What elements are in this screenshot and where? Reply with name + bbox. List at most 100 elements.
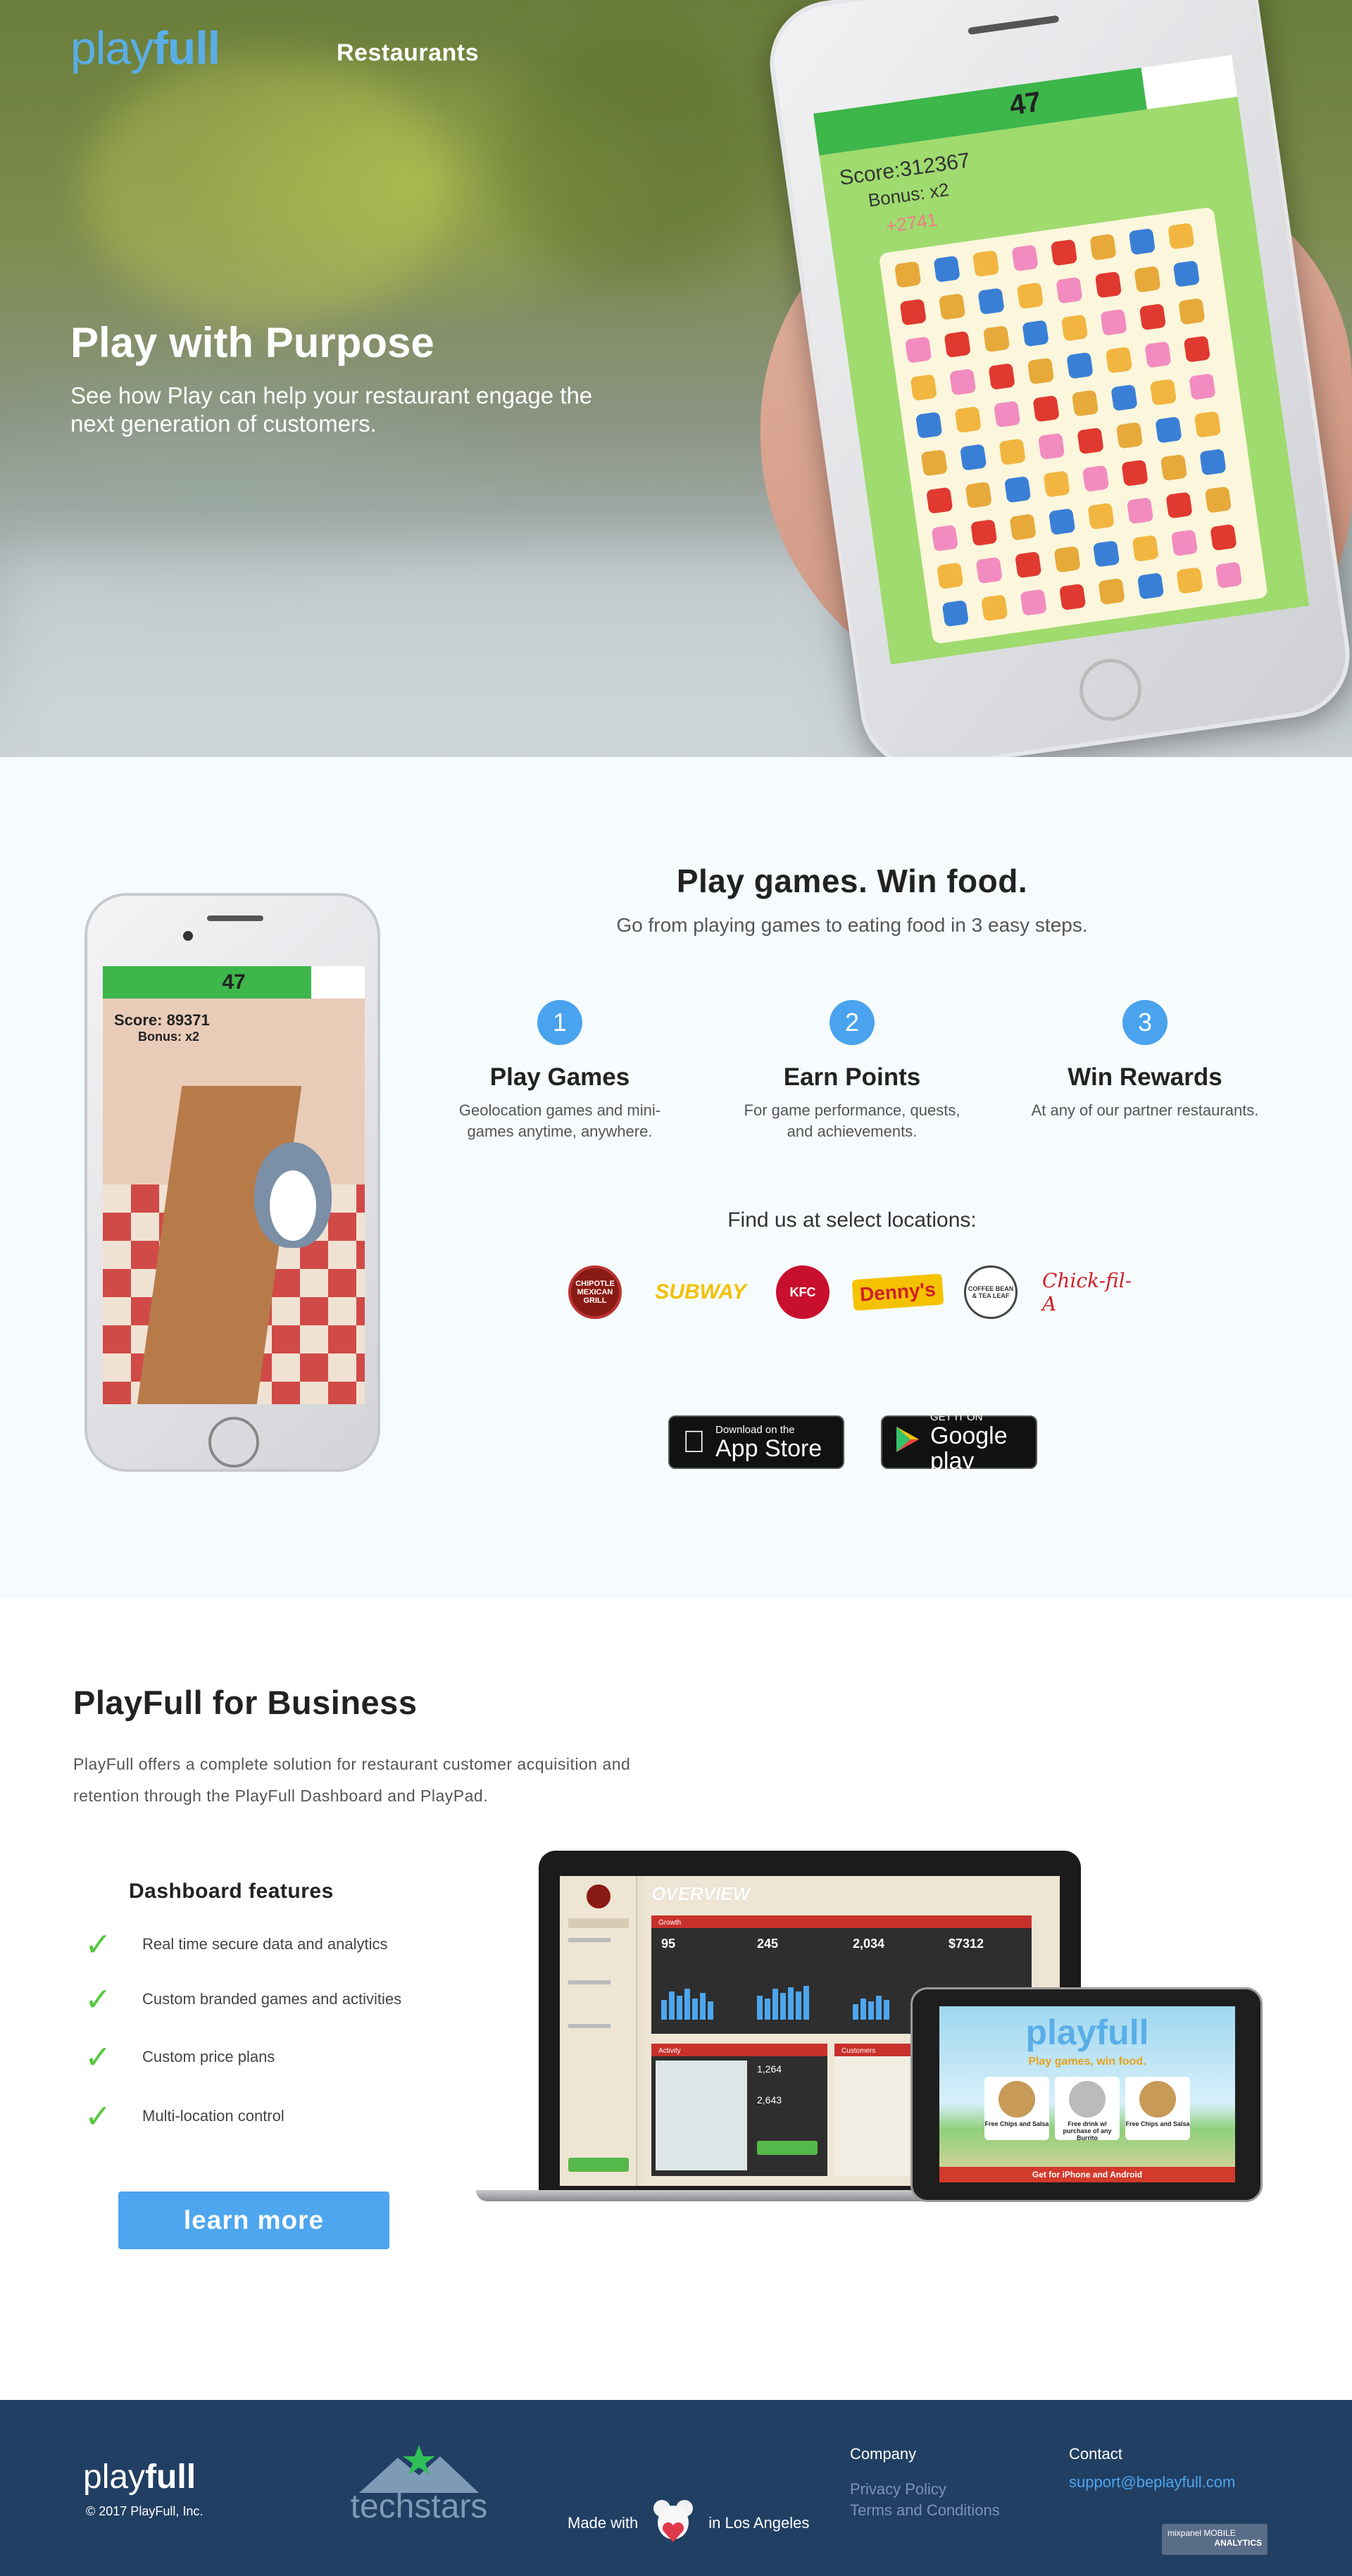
check-icon: ✓	[84, 1981, 112, 2018]
food-tile	[1003, 475, 1032, 504]
nav-restaurants-link[interactable]: Restaurants	[337, 39, 479, 67]
food-tile	[1165, 492, 1193, 519]
feature-label: Real time secure data and analytics	[142, 1935, 388, 1953]
playfull-logo[interactable]: playfull	[70, 21, 220, 75]
locations-label: Find us at select locations:	[727, 1208, 977, 1232]
feature-label: Custom branded games and activities	[142, 1990, 402, 2008]
techstars-logo[interactable]: techstars	[345, 2444, 493, 2525]
food-tile	[1168, 223, 1195, 250]
copyright: © 2017 PlayFull, Inc.	[86, 2504, 204, 2518]
step-earn-points: 2 Earn Points For game performance, ques…	[732, 1000, 972, 1142]
food-tile	[937, 562, 964, 589]
food-tile	[1092, 540, 1120, 568]
game-timer: 47	[222, 970, 246, 994]
reward-card: Free Chips and Salsa	[984, 2077, 1049, 2140]
reward-card: Free Chips and Salsa	[1125, 2077, 1190, 2140]
feature-label: Custom price plans	[142, 2048, 275, 2065]
reward-card: Free drink w/ purchase of any Burrito	[1055, 2077, 1120, 2142]
food-tile	[1144, 341, 1172, 368]
food-tile	[1043, 470, 1070, 498]
food-tile	[1094, 271, 1122, 299]
food-tile	[982, 325, 1010, 353]
coffee-bean-logo: COFFEE BEAN & TEA LEAF	[959, 1264, 1022, 1320]
food-tile	[1199, 448, 1227, 476]
food-tile	[926, 487, 953, 514]
step-label: Win Rewards	[1068, 1063, 1222, 1091]
food-tile	[1027, 357, 1055, 385]
food-tile	[1009, 513, 1037, 541]
food-tile	[1128, 227, 1156, 256]
phone-camera	[183, 931, 193, 941]
food-tile	[1066, 351, 1094, 380]
food-tile	[1105, 346, 1133, 374]
overview-heading: OVERVIEW	[651, 1883, 751, 1904]
food-tile	[1126, 497, 1154, 525]
food-tile	[1149, 378, 1177, 406]
business-title: PlayFull for Business	[73, 1684, 418, 1721]
phone-screen: 47 Score: 89371 Bonus: x2	[103, 966, 365, 1404]
contact-email-link[interactable]: support@beplayfull.com	[1069, 2473, 1235, 2491]
food-tile	[1178, 298, 1206, 325]
food-tile	[1048, 508, 1076, 536]
food-tile	[905, 336, 932, 364]
food-tile	[1082, 465, 1110, 492]
game-phone-image: 47 Score: 89371 Bonus: x2	[84, 893, 380, 1472]
activity-bar: Activity	[651, 2044, 827, 2056]
game-bonus: Bonus: x2	[138, 1030, 200, 1044]
food-tile	[941, 599, 970, 627]
check-icon: ✓	[84, 2098, 112, 2134]
section-title: Play games. Win food.	[676, 863, 1028, 899]
app-store-button[interactable]:  Download on theApp Store	[668, 1415, 844, 1469]
food-tile	[1194, 411, 1222, 438]
food-tile	[981, 594, 1008, 622]
contact-heading: Contact	[1069, 2445, 1122, 2463]
playpad-tablet-image: playfull Play games, win food. Free Chip…	[910, 1987, 1263, 2202]
food-tile	[1155, 416, 1182, 444]
tablet-tagline: Play games, win food.	[1028, 2056, 1146, 2068]
check-icon: ✓	[84, 1926, 112, 1963]
feature-item: ✓ Multi-location control	[84, 2098, 507, 2134]
step-win-rewards: 3 Win Rewards At any of our partner rest…	[1025, 1000, 1265, 1121]
phone-home-button	[1075, 654, 1146, 725]
techstars-mountain-icon	[359, 2445, 479, 2493]
food-tile	[894, 261, 922, 289]
privacy-policy-link[interactable]: Privacy Policy	[850, 2480, 946, 2499]
food-tile	[988, 363, 1015, 390]
food-tile	[1087, 502, 1115, 530]
food-tile	[1089, 233, 1117, 261]
food-tile	[931, 524, 958, 552]
tablet-logo: playfull	[1025, 2013, 1149, 2052]
game-board	[878, 206, 1268, 644]
made-with-love: Made with in Los Angeles	[568, 2499, 809, 2548]
learn-more-button[interactable]: learn more	[118, 2192, 389, 2249]
step-number: 1	[537, 1000, 582, 1045]
game-score: Score: 89371	[114, 1011, 210, 1029]
food-tile	[1132, 534, 1159, 562]
google-play-button[interactable]: GET IT ON Google play	[881, 1411, 1037, 1474]
footer-logo[interactable]: playfull	[83, 2458, 196, 2496]
feature-item: ✓ Real time secure data and analytics	[84, 1926, 507, 1963]
chick-fil-a-logo: Chick-fil-A	[1042, 1269, 1132, 1315]
food-tile	[933, 255, 960, 283]
food-tile	[1056, 276, 1083, 304]
dennys-logo: Denny's	[851, 1264, 944, 1320]
step-label: Play Games	[489, 1063, 630, 1091]
mixpanel-badge[interactable]: mixpanel MOBILE ANALYTICS	[1162, 2524, 1268, 2555]
game-points: +2741	[884, 208, 939, 237]
food-tile	[915, 411, 943, 439]
section-subtitle: Go from playing games to eating food in …	[616, 914, 1088, 936]
kfc-logo: KFC	[775, 1264, 831, 1320]
food-tile	[954, 406, 982, 434]
terms-link[interactable]: Terms and Conditions	[850, 2501, 1000, 2520]
food-tile	[920, 449, 948, 477]
background-blur	[493, 28, 775, 282]
food-tile	[1058, 583, 1087, 611]
mouse-heart-icon	[652, 2499, 694, 2548]
background-blur	[0, 549, 845, 757]
food-tile	[1077, 427, 1104, 455]
hero-phone-image: 47 Score:312367 Bonus: x2 +2741	[761, 0, 1352, 757]
phone-speaker	[968, 15, 1060, 35]
food-tile	[1183, 335, 1211, 363]
food-tile	[972, 250, 1000, 277]
food-tile	[993, 400, 1021, 428]
